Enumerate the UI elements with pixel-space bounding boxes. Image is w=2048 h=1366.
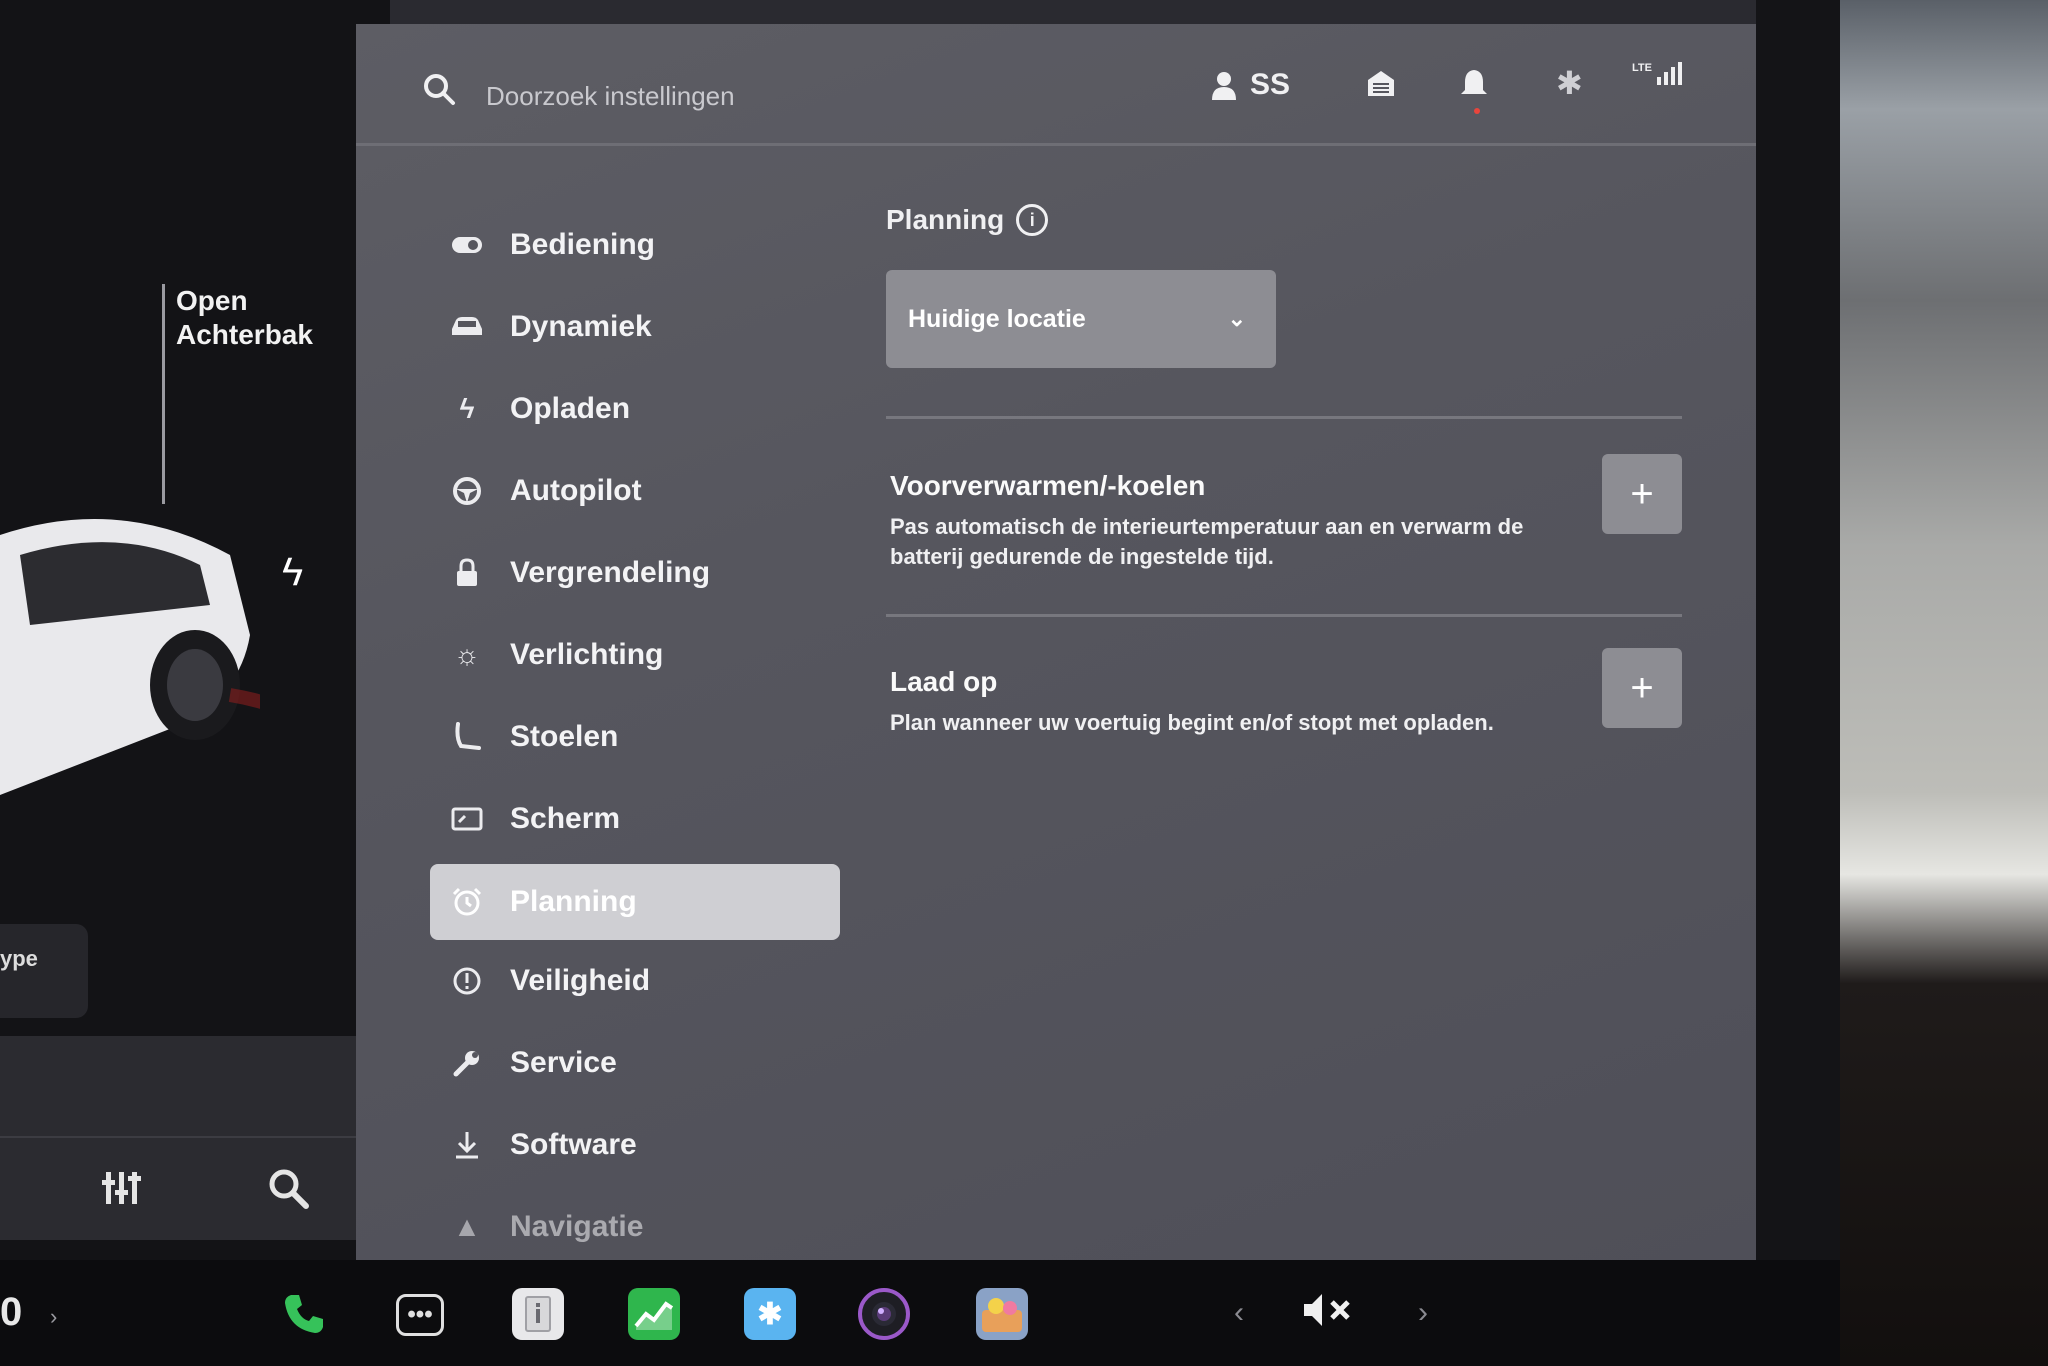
nav-item-autopilot[interactable]: Autopilot — [430, 450, 840, 532]
charge-row: Laad op Plan wanneer uw voertuig begint … — [890, 648, 1682, 766]
volume-down-chevron-icon[interactable]: ‹ — [1234, 1296, 1244, 1330]
steering-wheel-icon — [450, 474, 484, 508]
info-icon[interactable]: i — [1016, 204, 1049, 236]
precondition-title: Voorverwarmen/-koelen — [890, 470, 1206, 501]
search-icon — [424, 74, 455, 105]
nav-item-label: Opladen — [510, 392, 631, 425]
toggle-icon — [450, 228, 484, 262]
nav-item-label: Navigatie — [510, 1210, 644, 1243]
nav-item-bediening[interactable]: Bediening — [430, 204, 840, 286]
open-trunk-label-line2: Achterbak — [176, 319, 313, 350]
seat-icon — [450, 720, 484, 754]
card-divider — [0, 1136, 372, 1138]
bluetooth-app-icon[interactable]: ✱ — [744, 1288, 796, 1340]
nav-item-scherm[interactable]: Scherm — [430, 778, 840, 860]
equalizer-icon[interactable] — [100, 1166, 144, 1206]
homelink-garage-icon[interactable] — [1366, 68, 1396, 98]
cellular-signal-icon: LTE — [1632, 62, 1682, 85]
precondition-description: Pas automatisch de interieurtemperatuur … — [890, 514, 1524, 569]
toybox-app-icon[interactable] — [976, 1288, 1028, 1340]
media-search-icon[interactable] — [266, 1166, 310, 1210]
add-charge-schedule-button[interactable]: + — [1602, 648, 1682, 728]
nav-item-veiligheid[interactable]: Veiligheid — [430, 940, 840, 1022]
lock-icon — [450, 556, 484, 590]
display-icon — [450, 802, 484, 836]
volume-muted-icon[interactable] — [1300, 1290, 1356, 1340]
nav-item-planning[interactable]: Planning — [430, 864, 840, 940]
car-visualization-panel: Open Achterbak ϟ ype — [0, 0, 390, 1270]
notification-bell-icon[interactable] — [1460, 68, 1488, 100]
precondition-row: Voorverwarmen/-koelen Pas automatisch de… — [890, 454, 1682, 590]
nav-item-label: Service — [510, 1046, 617, 1079]
section-divider — [886, 416, 1682, 419]
nav-item-label: Dynamiek — [510, 310, 652, 343]
type-chip-label: ype — [0, 946, 38, 971]
section-divider — [886, 614, 1682, 617]
more-apps-icon[interactable]: ••• — [396, 1294, 444, 1336]
car-icon — [450, 310, 484, 344]
nav-item-opladen[interactable]: ϟ Opladen — [430, 368, 840, 450]
phone-icon[interactable] — [278, 1288, 330, 1340]
nav-item-label: Planning — [510, 885, 637, 918]
screen-bezel — [1756, 0, 1840, 1366]
sun-icon: ☼ — [454, 639, 480, 670]
charge-port-bolt-icon[interactable]: ϟ — [282, 550, 303, 595]
driver-profile-button[interactable]: SS — [1210, 68, 1290, 102]
notification-dot — [1474, 108, 1480, 114]
navigation-arrow-icon: ▲ — [453, 1211, 481, 1242]
media-controls-card — [0, 1036, 372, 1240]
cellular-signal-label: LTE — [1632, 62, 1652, 74]
trunk-pointer-line — [162, 284, 165, 504]
nav-item-label: Software — [510, 1128, 637, 1161]
nav-item-stoelen[interactable]: Stoelen — [430, 696, 840, 778]
nav-item-vergrendeling[interactable]: Vergrendeling — [430, 532, 840, 614]
nav-item-label: Vergrendeling — [510, 556, 711, 589]
wrench-icon — [450, 1046, 484, 1080]
alert-circle-icon — [450, 964, 484, 998]
nav-item-label: Veiligheid — [510, 964, 651, 997]
charge-description: Plan wanneer uw voertuig begint en/of st… — [890, 710, 1494, 735]
nav-item-verlichting[interactable]: ☼ Verlichting — [430, 614, 840, 696]
settings-panel: SS ✱ LTE Bediening Dynamiek — [356, 24, 1756, 1260]
open-trunk-button[interactable]: Open Achterbak — [176, 284, 313, 352]
chevron-down-icon: ⌄ — [1227, 306, 1246, 331]
nav-item-label: Verlichting — [510, 638, 664, 671]
location-select[interactable]: Huidige locatie ⌄ — [886, 270, 1276, 368]
nav-item-label: Stoelen — [510, 720, 619, 753]
nav-item-label: Bediening — [510, 228, 656, 261]
planning-content: Planning i Huidige locatie ⌄ Voorverwarm… — [886, 204, 1686, 735]
planning-section-header: Planning i — [886, 204, 1686, 236]
alarm-clock-icon — [450, 885, 484, 919]
nav-item-service[interactable]: Service — [430, 1022, 840, 1104]
download-icon — [450, 1128, 484, 1162]
driver-profile-name: SS — [1250, 68, 1291, 101]
settings-search-input[interactable] — [486, 76, 1006, 116]
car-interior-background — [1840, 0, 2048, 1366]
bottom-dock: 0 › ••• ✱ ‹ › — [0, 1260, 1840, 1366]
nav-item-software[interactable]: Software — [430, 1104, 840, 1186]
energy-graph-icon[interactable] — [628, 1288, 680, 1340]
volume-up-chevron-icon[interactable]: › — [1418, 1296, 1428, 1330]
nav-item-label: Autopilot — [510, 474, 642, 507]
owners-manual-icon[interactable] — [512, 1288, 564, 1340]
bluetooth-icon[interactable]: ✱ — [1556, 64, 1583, 102]
settings-topbar: SS ✱ LTE — [356, 24, 1756, 146]
open-trunk-label-line1: Open — [176, 285, 248, 316]
nav-item-navigatie[interactable]: ▲ Navigatie — [430, 1186, 840, 1268]
location-select-value: Huidige locatie — [908, 304, 1086, 333]
nav-item-label: Scherm — [510, 802, 621, 835]
settings-nav: Bediening Dynamiek ϟ Opladen Autopilot V… — [430, 204, 840, 1268]
page-title: Planning — [886, 204, 1005, 235]
chevron-right-icon[interactable]: › — [50, 1304, 57, 1330]
add-precondition-button[interactable]: + — [1602, 454, 1682, 534]
camera-app-icon[interactable] — [858, 1288, 910, 1340]
bolt-icon: ϟ — [459, 393, 475, 424]
person-icon — [1212, 72, 1236, 100]
nav-item-dynamiek[interactable]: Dynamiek — [430, 286, 840, 368]
charge-title: Laad op — [890, 666, 998, 697]
climate-temperature[interactable]: 0 — [0, 1290, 22, 1335]
type-chip[interactable]: ype — [0, 924, 88, 1018]
car-model-image — [0, 519, 260, 795]
